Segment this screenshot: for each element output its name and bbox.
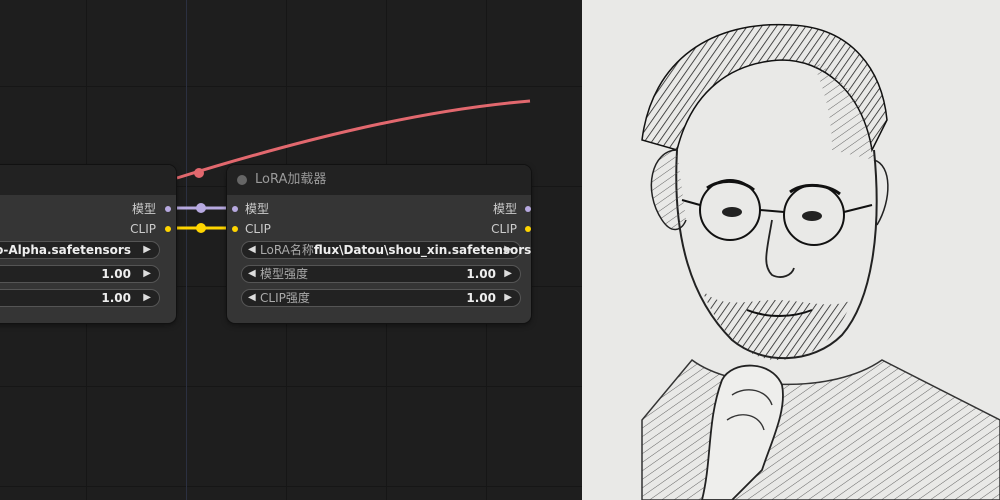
node-title: LoRA加载器 (255, 172, 327, 187)
clip-strength-label: CLIP强度 (260, 291, 310, 305)
node-graph-canvas[interactable]: 模型 CLIP o-Alpha.safetensors ▶ 1.00 ▶ 1.0… (0, 0, 582, 500)
clip-link-midpoint (196, 223, 206, 233)
lora-name-field: LoRA名称flux\Datou\shou_xin.safetensors (260, 242, 531, 258)
model-strength-label: 模型强度 (260, 267, 309, 281)
clip-strength-value: 1.00 (466, 291, 496, 305)
arrow-right-icon[interactable]: ▶ (504, 290, 512, 306)
output-clip-label: CLIP (130, 222, 156, 236)
output-model-label: 模型 (492, 202, 517, 216)
clip-strength-widget[interactable]: ◀ CLIP强度 1.00 ▶ (241, 289, 521, 307)
model-strength-value: 1.00 (101, 267, 131, 281)
output-model-label: 模型 (131, 202, 156, 216)
input-model-label: 模型 (245, 202, 270, 216)
arrow-right-icon[interactable]: ▶ (504, 266, 512, 282)
node-collapse-dot[interactable] (237, 175, 247, 185)
arrow-right-icon[interactable]: ▶ (143, 266, 151, 282)
input-clip-label: CLIP (245, 222, 271, 236)
output-clip-dot[interactable] (525, 226, 531, 232)
output-model-dot[interactable] (525, 206, 531, 212)
left-node-title-bar[interactable] (0, 165, 176, 195)
arrow-right-icon[interactable]: ▶ (504, 242, 512, 258)
lora-name-label: LoRA名称 (260, 243, 314, 257)
output-clip-dot[interactable] (165, 226, 171, 232)
model-strength-widget[interactable]: ◀ 模型强度 1.00 ▶ (241, 265, 521, 283)
portrait-sketch-drawing (582, 0, 1000, 500)
clip-strength-widget[interactable]: 1.00 ▶ (0, 289, 160, 307)
lora-name-widget[interactable]: o-Alpha.safetensors ▶ (0, 241, 160, 259)
model-strength-value: 1.00 (466, 267, 496, 281)
red-link-reroute-dot (194, 168, 204, 178)
output-clip-label: CLIP (491, 222, 517, 236)
lora-loader-node[interactable]: LoRA加载器 模型 CLIP 模型 CLIP ◀ LoRA名称flux\Dat… (227, 165, 531, 323)
lora-name-value: flux\Datou\shou_xin.safetensors (313, 243, 532, 257)
canvas-guide-line (186, 0, 187, 500)
sketch-portrait-image (582, 0, 1000, 500)
model-link-midpoint (196, 203, 206, 213)
arrow-right-icon[interactable]: ▶ (143, 290, 151, 306)
arrow-left-icon[interactable]: ◀ (248, 242, 256, 258)
clip-strength-value: 1.00 (101, 291, 131, 305)
output-model-dot[interactable] (165, 206, 171, 212)
input-clip-dot[interactable] (232, 226, 238, 232)
arrow-left-icon[interactable]: ◀ (248, 266, 256, 282)
input-model-dot[interactable] (232, 206, 238, 212)
lora-name-widget[interactable]: ◀ LoRA名称flux\Datou\shou_xin.safetensors … (241, 241, 531, 259)
arrow-left-icon[interactable]: ◀ (248, 290, 256, 306)
left-lora-node[interactable]: 模型 CLIP o-Alpha.safetensors ▶ 1.00 ▶ 1.0… (0, 165, 176, 323)
arrow-right-icon[interactable]: ▶ (143, 242, 151, 258)
node-title-bar[interactable]: LoRA加载器 (227, 165, 531, 195)
model-strength-widget[interactable]: 1.00 ▶ (0, 265, 160, 283)
lora-name-value: o-Alpha.safetensors (0, 243, 131, 257)
